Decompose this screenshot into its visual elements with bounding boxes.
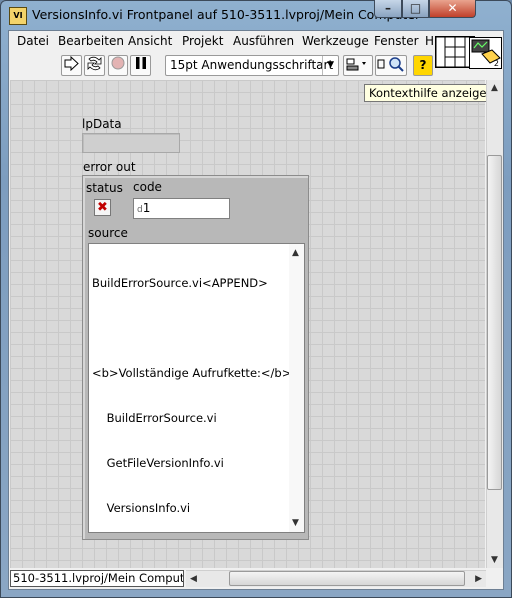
menu-ausfuehren[interactable]: Ausführen [233,34,294,48]
error-out-label: error out [83,160,136,174]
menu-projekt[interactable]: Projekt [182,34,223,48]
source-label: source [88,226,128,240]
minimize-button[interactable]: – [374,0,402,18]
menu-bar: Datei Bearbeiten Ansicht Projekt Ausführ… [9,31,434,51]
source-line: BuildErrorSource.vi [92,411,217,425]
menu-fenster[interactable]: Fenster [374,34,419,48]
menu-bearbeiten[interactable]: Bearbeiten [58,34,124,48]
project-path-status: 510-3511.lvproj/Mein Computer [10,570,184,587]
source-text: BuildErrorSource.vi<APPEND> <b>Vollständ… [92,246,292,531]
align-objects-icon[interactable] [343,55,373,76]
code-label: code [133,180,162,194]
menu-werkzeuge[interactable]: Werkzeuge [302,34,369,48]
status-error-icon[interactable]: ✖ [94,199,111,216]
source-line: VersionsInfo.vi [92,501,191,515]
lpdata-indicator[interactable] [82,133,180,153]
run-arrow-icon[interactable] [61,55,82,76]
vi-icon-terminal-count: 2 [493,59,499,68]
code-value: 1 [142,201,151,215]
help-icon[interactable]: ? [413,55,433,76]
source-line [92,321,288,336]
font-select-value: 15pt Anwendungsschriftart [170,58,334,72]
scroll-up-icon[interactable]: ▲ [491,83,498,93]
scroll-up-icon[interactable]: ▲ [292,248,299,258]
code-indicator[interactable]: d1 [133,198,230,219]
window-title: VersionsInfo.vi Frontpanel auf 510-3511.… [32,7,421,22]
source-scrollbar[interactable]: ▲ ▼ [289,244,304,532]
run-continuously-icon[interactable] [84,55,105,76]
status-label: status [86,181,123,195]
font-select[interactable]: 15pt Anwendungsschriftart ▼ [165,55,339,76]
context-help-tooltip: Kontexthilfe anzeigen [364,84,499,102]
chevron-down-icon: ▼ [322,56,334,75]
horizontal-scroll-thumb[interactable] [229,571,465,586]
pause-icon[interactable] [130,55,151,76]
source-line: BuildErrorSource.vi<APPEND> [92,276,268,290]
vertical-scroll-thumb[interactable] [487,155,502,490]
maximize-button[interactable]: □ [402,0,429,18]
source-line: GetFileVersionInfo.vi [92,456,224,470]
labview-vi-icon[interactable]: VI [9,7,27,25]
scroll-down-icon[interactable]: ▼ [491,555,498,565]
source-line: <b>Vollständige Aufrufkette:</b> [92,366,292,380]
scroll-left-icon[interactable]: ◀ [190,574,197,584]
menu-datei[interactable]: Datei [17,34,49,48]
search-icon[interactable] [375,55,407,76]
abort-icon[interactable] [108,55,128,76]
lpdata-label: lpData [82,117,122,131]
menu-ansicht[interactable]: Ansicht [128,34,172,48]
vi-icon[interactable]: 2 [469,37,502,69]
menu-hilfe[interactable]: H [425,34,434,48]
close-button[interactable]: ✕ [429,0,476,18]
scroll-down-icon[interactable]: ▼ [292,518,299,528]
toolbar: 15pt Anwendungsschriftart ▼ ? [9,52,434,78]
scroll-right-icon[interactable]: ▶ [475,574,482,584]
